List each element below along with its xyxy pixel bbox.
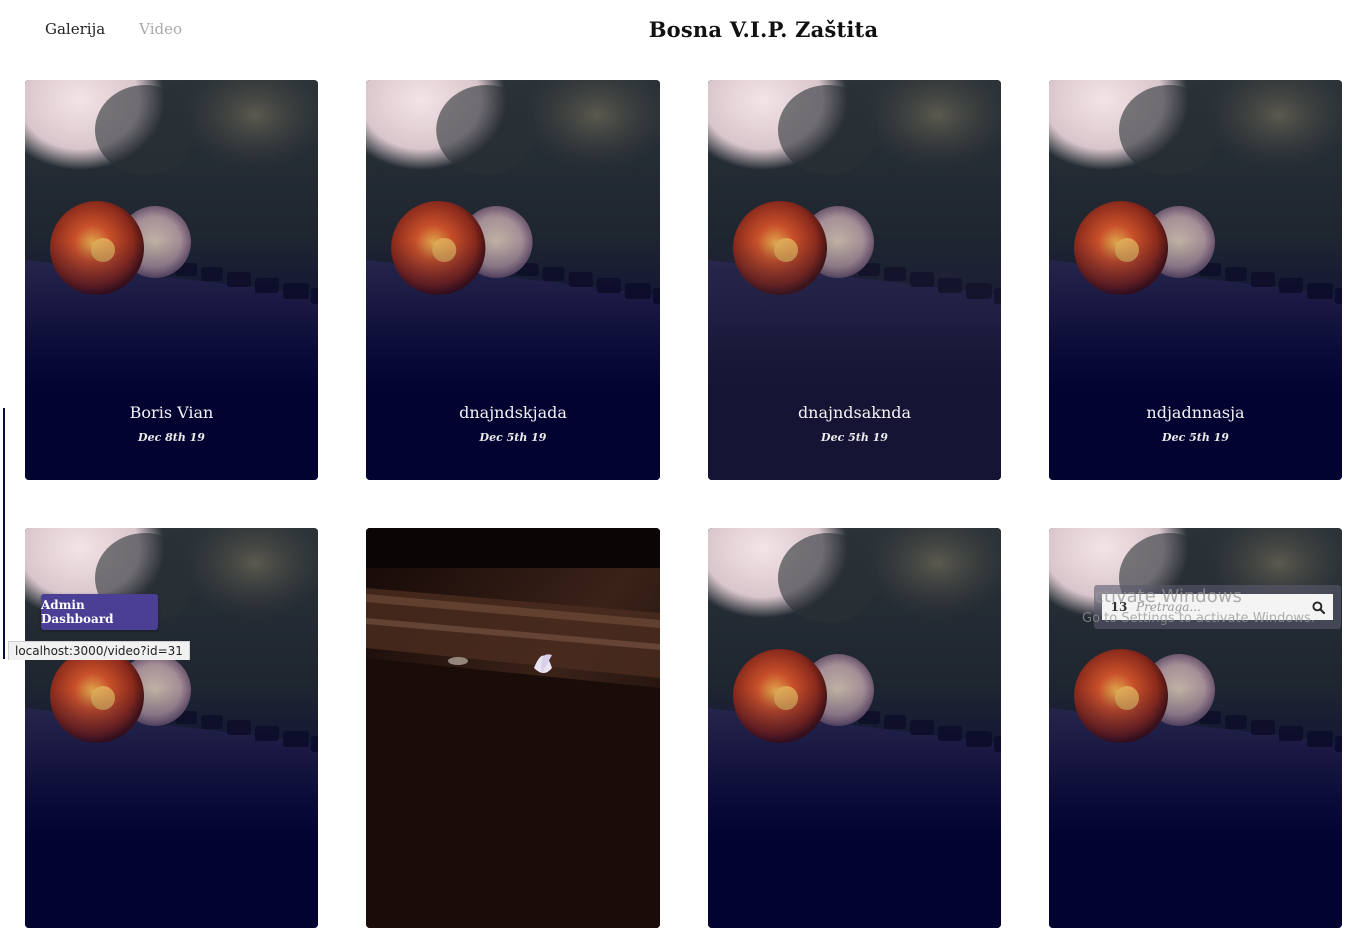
- thumbnail-image: [366, 528, 660, 928]
- left-edge-bar: [3, 408, 5, 659]
- card-title: ndjadnnasja: [1146, 403, 1245, 422]
- card-title: dnajndskjada: [459, 403, 567, 422]
- video-card[interactable]: [25, 528, 318, 928]
- video-card[interactable]: dnajndsaknda Dec 5th 19: [708, 80, 1001, 480]
- video-card[interactable]: [366, 528, 660, 928]
- video-card[interactable]: dnajndskjada Dec 5th 19: [366, 80, 660, 480]
- site-title: Bosna V.I.P. Zaštita: [648, 17, 879, 42]
- card-date: Dec 5th 19: [821, 431, 888, 444]
- search-button[interactable]: [1303, 594, 1333, 620]
- card-date: Dec 5th 19: [1162, 431, 1229, 444]
- status-bar-url: localhost:3000/video?id=31: [8, 641, 190, 660]
- video-card[interactable]: ndjadnnasja Dec 5th 19: [1049, 80, 1342, 480]
- search-icon: [1311, 600, 1325, 614]
- card-date: Dec 5th 19: [479, 431, 547, 444]
- result-count: 13: [1110, 600, 1128, 614]
- search-input[interactable]: [1136, 600, 1303, 614]
- video-card[interactable]: [708, 528, 1001, 928]
- card-title: dnajndsaknda: [797, 403, 912, 422]
- search-widget: 13: [1094, 585, 1341, 629]
- admin-dashboard-button[interactable]: Admin Dashboard: [41, 594, 158, 630]
- card-title: Boris Vian: [129, 403, 214, 422]
- card-date: Dec 8th 19: [138, 431, 205, 444]
- video-card[interactable]: Boris Vian Dec 8th 19: [25, 80, 318, 480]
- search-box: 13: [1102, 594, 1333, 620]
